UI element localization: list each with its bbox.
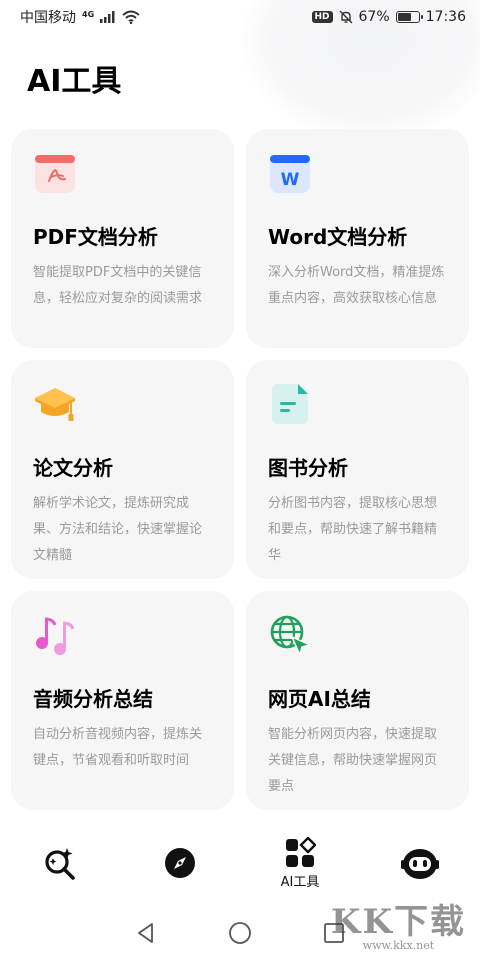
nav-ai-tools[interactable]: AI工具 xyxy=(240,836,360,890)
card-title: 图书分析 xyxy=(268,456,348,480)
nav-label: AI工具 xyxy=(280,874,320,890)
tools-grid: PDF文档分析 智能提取PDF文档中的关键信息，轻松应对复杂的阅读需求 W Wo… xyxy=(11,129,469,810)
bell-muted-icon xyxy=(339,10,353,24)
globe-cursor-icon xyxy=(270,615,313,658)
battery-percent: 67% xyxy=(358,9,390,25)
bottom-navigation: AI工具 xyxy=(0,828,480,898)
word-icon: W xyxy=(270,155,310,193)
music-note-icon xyxy=(36,617,75,655)
clock: 17:36 xyxy=(425,9,466,25)
tool-card-word[interactable]: W Word文档分析 深入分析Word文档，精准提炼重点内容，高效获取核心信息 xyxy=(246,129,469,348)
page-title: AI工具 xyxy=(27,64,122,99)
robot-face-icon xyxy=(401,849,439,879)
card-title: PDF文档分析 xyxy=(33,225,158,249)
nav-discover[interactable] xyxy=(120,846,240,880)
card-description: 自动分析音视频内容，提炼关键点，节省观看和听取时间 xyxy=(33,727,203,768)
nav-ai-search[interactable] xyxy=(0,846,120,880)
card-description: 解析学术论文，提炼研究成果、方法和结论，快速掌握论文精髓 xyxy=(33,496,203,563)
status-right: HD 67% 17:36 xyxy=(311,9,466,25)
signal-bars-icon xyxy=(100,11,115,23)
tool-card-paper[interactable]: 论文分析 解析学术论文，提炼研究成果、方法和结论，快速掌握论文精髓 xyxy=(11,360,234,579)
wifi-icon xyxy=(122,10,140,24)
graduation-cap-icon xyxy=(35,388,75,421)
card-description: 分析图书内容，提取核心思想和要点，帮助快速了解书籍精华 xyxy=(268,496,438,563)
card-description: 深入分析Word文档，精准提炼重点内容，高效获取核心信息 xyxy=(268,265,445,306)
home-circle-icon[interactable] xyxy=(228,921,252,945)
nav-assistant[interactable] xyxy=(360,846,480,880)
card-description: 智能提取PDF文档中的关键信息，轻松应对复杂的阅读需求 xyxy=(33,265,203,306)
card-description: 智能分析网页内容，快速提取关键信息，帮助快速掌握网页要点 xyxy=(268,727,438,794)
card-title: 论文分析 xyxy=(33,456,113,480)
status-bar: 中国移动 4G HD 67% 17:36 xyxy=(0,0,480,34)
ai-tools-grid-icon xyxy=(286,836,316,867)
hd-badge: HD xyxy=(311,11,333,23)
tool-card-pdf[interactable]: PDF文档分析 智能提取PDF文档中的关键信息，轻松应对复杂的阅读需求 xyxy=(11,129,234,348)
tool-card-book[interactable]: 图书分析 分析图书内容，提取核心思想和要点，帮助快速了解书籍精华 xyxy=(246,360,469,579)
carrier-name: 中国移动 xyxy=(20,10,76,26)
book-doc-icon xyxy=(272,384,308,424)
battery-level xyxy=(397,13,412,21)
card-title: 网页AI总结 xyxy=(268,687,371,711)
card-title: Word文档分析 xyxy=(268,225,408,249)
tool-card-web[interactable]: 网页AI总结 智能分析网页内容，快速提取关键信息，帮助快速掌握网页要点 xyxy=(246,591,469,810)
svg-text:W: W xyxy=(281,170,300,190)
compass-icon xyxy=(165,848,195,878)
ai-search-icon xyxy=(45,848,75,880)
back-triangle-icon[interactable] xyxy=(134,921,158,945)
watermark: KK下载 www.kkx.net xyxy=(331,894,466,952)
card-title: 音频分析总结 xyxy=(33,687,153,711)
tool-card-audio[interactable]: 音频分析总结 自动分析音视频内容，提炼关键点，节省观看和听取时间 xyxy=(11,591,234,810)
status-left: 中国移动 4G xyxy=(20,7,140,27)
pdf-icon xyxy=(35,155,75,193)
battery-icon xyxy=(395,11,423,23)
network-type: 4G xyxy=(82,9,95,19)
watermark-logo-text: KK下载 xyxy=(330,902,466,942)
